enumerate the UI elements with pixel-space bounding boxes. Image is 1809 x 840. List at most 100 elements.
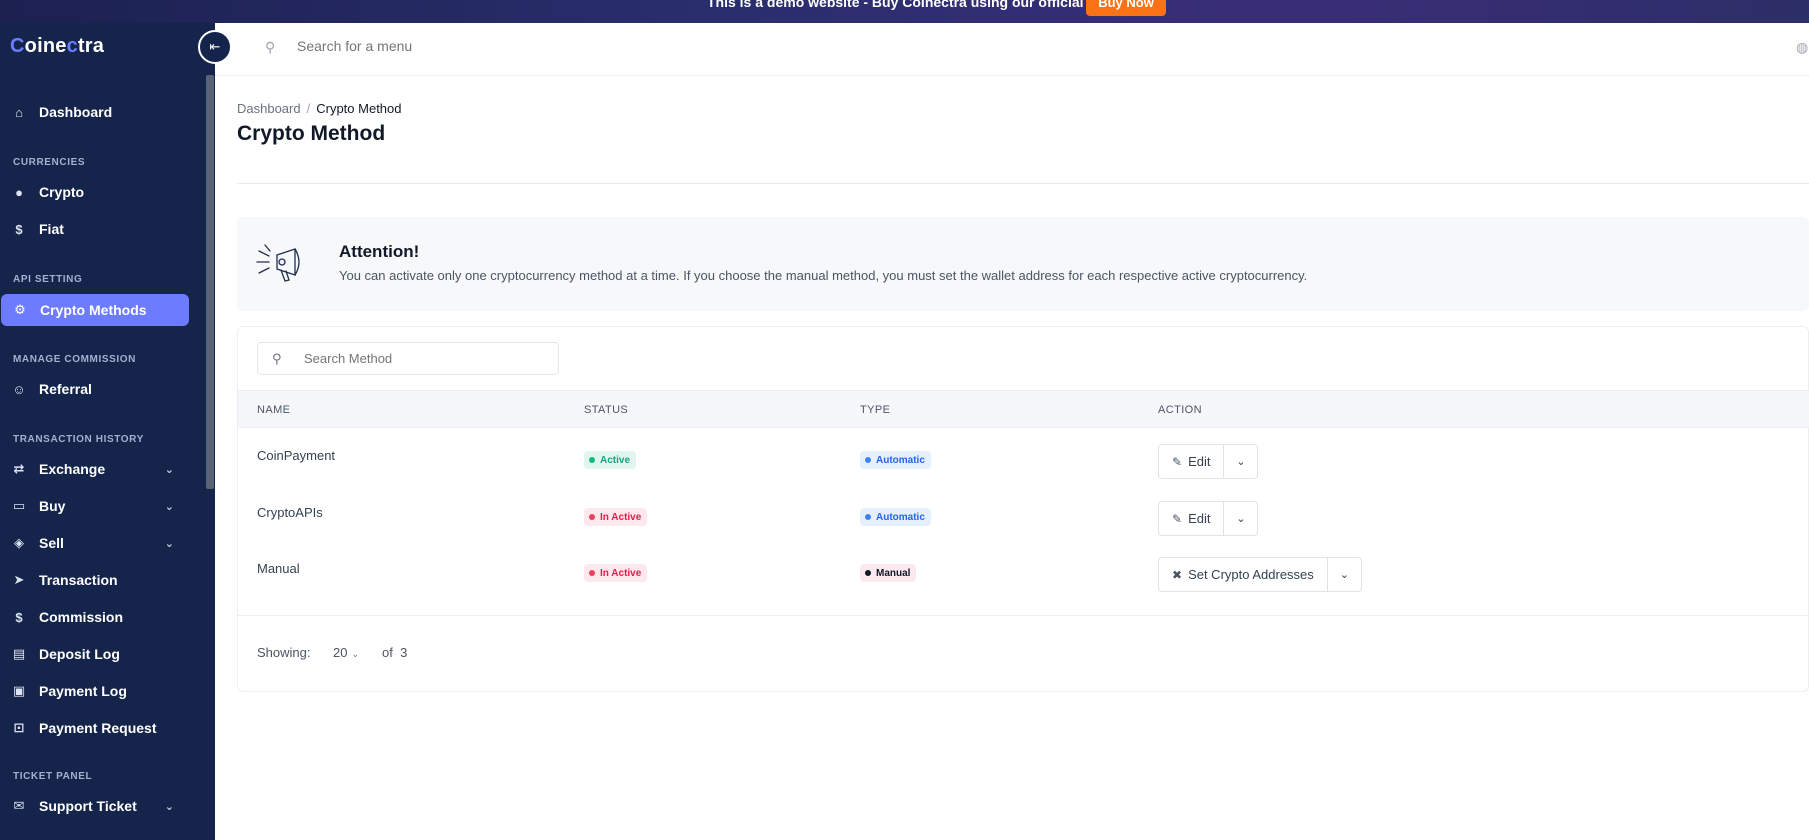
search-icon: ⚲ [272,351,282,366]
sidebar-item-label: Dashboard [39,104,113,120]
dollar-circle-icon: $ [15,221,23,237]
method-search: ⚲ [257,342,559,375]
sidebar-item-buy[interactable]: ▭ Buy ⌄ [0,490,190,522]
action-dropdown-toggle[interactable]: ⌄ [1224,445,1257,478]
showing-label: Showing: [257,645,311,660]
topbar: ⚲ ◍ [215,23,1809,76]
action-button-group: ✎ Edit ⌄ [1158,501,1259,536]
sidebar-item-exchange[interactable]: ⇄ Exchange ⌄ [0,453,190,485]
sidebar: Coinectra ⌂ Dashboard CURRENCIES ● Crypt… [0,23,215,840]
exchange-icon: ⇄ [13,461,25,476]
sidebar-item-referral[interactable]: ☺ Referral [0,373,190,405]
megaphone-icon [256,244,300,282]
search-icon: ⚲ [265,39,276,55]
methods-table-card: ⚲ NAME STATUS TYPE ACTION CoinPayment Ac… [237,326,1809,692]
sidebar-item-deposit-log[interactable]: ▤ Deposit Log [0,638,190,670]
col-status[interactable]: STATUS [584,404,628,416]
page-title: Crypto Method [237,122,386,145]
banner-text: This is a demo website - Buy Coinectra u… [707,0,1116,10]
card-icon: ▭ [12,498,26,513]
type-badge: Automatic [860,508,931,526]
user-gear-icon: ☺ [12,381,26,397]
sidebar-item-fiat[interactable]: $ Fiat [0,213,190,245]
sidebar-collapse-button[interactable]: ⇤ [198,30,232,64]
chevron-down-icon: ⌄ [351,649,360,659]
per-page-select[interactable]: 20 ⌄ [333,645,359,660]
col-action: ACTION [1158,404,1202,416]
chevron-down-icon: ⌄ [164,800,174,813]
col-type[interactable]: TYPE [860,404,890,416]
set-crypto-addresses-button[interactable]: ✖ Set Crypto Addresses [1159,558,1328,591]
chevron-down-icon: ⌄ [1236,513,1246,525]
globe-icon[interactable]: ◍ [1796,39,1808,56]
chevron-down-icon: ⌄ [1236,456,1246,468]
section-currencies: CURRENCIES [13,157,86,168]
stack-icon: ▤ [12,646,26,661]
table-row: CoinPayment Active Automatic ✎ Edit ⌄ [238,429,1809,485]
sidebar-scrollbar[interactable] [206,75,214,489]
sidebar-item-label: Fiat [39,221,64,237]
sidebar-item-crypto[interactable]: ● Crypto [0,176,190,208]
chevron-down-icon: ⌄ [164,463,174,476]
sidebar-item-label: Support Ticket [39,798,137,814]
tags-icon: ◈ [14,535,24,550]
section-ticket-panel: TICKET PANEL [13,771,93,782]
method-search-input[interactable] [304,351,544,366]
sidebar-item-payment-request[interactable]: ⊡ Payment Request [0,712,190,744]
section-api-setting: API SETTING [13,274,83,285]
home-icon: ⌂ [15,104,23,120]
sidebar-item-commission[interactable]: $ Commission [0,601,190,633]
edit-button[interactable]: ✎ Edit [1159,445,1225,478]
edit-button[interactable]: ✎ Edit [1159,502,1225,535]
edit-icon: ✎ [1172,454,1183,469]
sidebar-item-crypto-methods[interactable]: ⚙ Crypto Methods [1,294,189,326]
method-name: Manual [257,561,300,576]
attention-alert: Attention! You can activate only one cry… [237,217,1809,311]
type-badge: Automatic [860,451,931,469]
chevron-down-icon: ⌄ [164,537,174,550]
breadcrumb-current: Crypto Method [316,101,402,116]
buy-now-button[interactable]: Buy Now [1086,0,1166,16]
gears-icon: ⚙ [14,302,26,317]
status-badge: In Active [584,564,648,582]
logo[interactable]: Coinectra [10,35,104,58]
tools-icon: ✖ [1172,567,1183,582]
money-icon: ⊡ [13,720,25,735]
demo-banner: This is a demo website - Buy Coinectra u… [0,0,1809,23]
send-icon: ➤ [13,572,25,587]
breadcrumb-home[interactable]: Dashboard [237,101,301,116]
sidebar-item-support-ticket[interactable]: ✉ Support Ticket ⌄ [0,790,190,822]
method-name: CoinPayment [257,448,336,463]
divider [237,183,1809,184]
coin-icon: ● [15,184,23,200]
sidebar-item-label: Payment Request [39,720,157,736]
sidebar-item-payment-log[interactable]: ▣ Payment Log [0,675,190,707]
chevron-down-icon: ⌄ [1339,569,1349,581]
action-dropdown-toggle[interactable]: ⌄ [1224,502,1257,535]
type-badge: Manual [860,564,917,582]
sidebar-item-label: Deposit Log [39,646,120,662]
alert-title: Attention! [339,242,420,261]
col-name[interactable]: NAME [257,404,290,416]
sidebar-item-dashboard[interactable]: ⌂ Dashboard [0,96,190,128]
action-dropdown-toggle[interactable]: ⌄ [1328,558,1361,591]
sidebar-item-label: Crypto Methods [40,302,147,318]
sidebar-item-transaction[interactable]: ➤ Transaction [0,564,190,596]
chevron-down-icon: ⌄ [164,500,174,513]
breadcrumb-separator: / [306,101,311,116]
section-manage-commission: MANAGE COMMISSION [13,354,136,365]
terminal-icon: ▣ [12,683,26,698]
status-badge: Active [584,451,637,469]
table-header: NAME STATUS TYPE ACTION [238,390,1809,428]
total-count: of 3 [382,645,408,660]
edit-icon: ✎ [1172,511,1183,526]
dollar-icon: $ [15,609,23,625]
action-button-group: ✎ Edit ⌄ [1158,444,1259,479]
sidebar-item-sell[interactable]: ◈ Sell ⌄ [0,527,190,559]
divider [238,615,1809,616]
menu-search-input[interactable] [297,38,597,54]
status-badge: In Active [584,508,648,526]
sidebar-item-label: Buy [39,498,66,514]
alert-text: You can activate only one cryptocurrency… [339,268,1308,283]
table-row: CryptoAPIs In Active Automatic ✎ Edit ⌄ [238,486,1809,542]
